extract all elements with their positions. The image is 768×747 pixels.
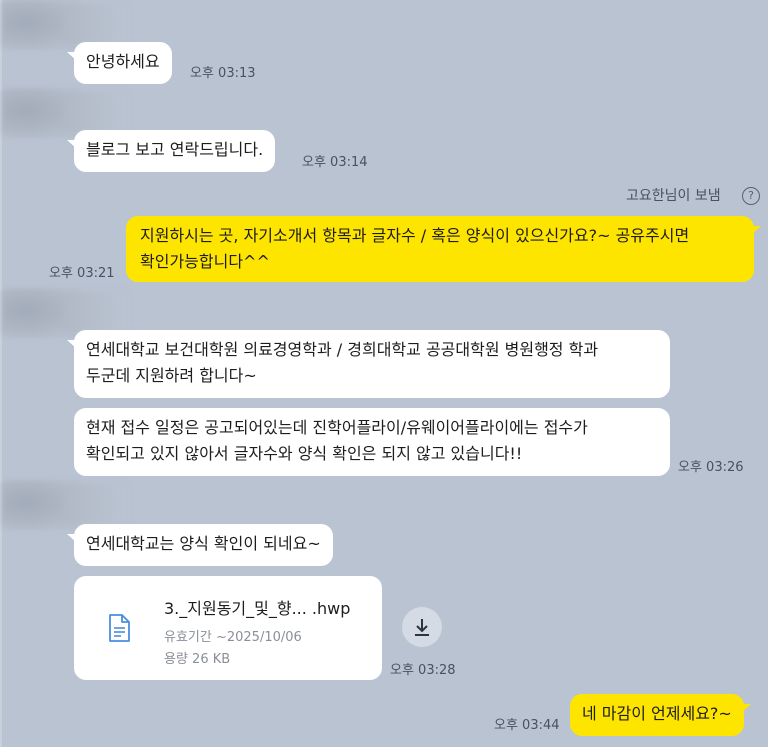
message-text: 연세대학교는 양식 확인이 되네요~ (86, 534, 321, 553)
sender-name-blurred (64, 484, 124, 524)
message-bubble[interactable]: 연세대학교 보건대학원 의료경영학과 / 경희대학교 공공대학원 병원행정 학과… (67, 330, 670, 398)
sender-name-blurred (64, 92, 124, 132)
message-bubble[interactable]: 현재 접수 일정은 공고되어있는데 진학어플라이/유웨이어플라이에는 접수가 확… (74, 408, 670, 476)
message-time: 오후 03:28 (390, 663, 456, 678)
avatar[interactable] (2, 88, 124, 138)
file-attachment-card[interactable]: 3._지원동기_및_향... .hwp 유효기간 ~2025/10/06 용량 … (74, 576, 382, 680)
message-text-line: 지원하시는 곳, 자기소개서 항목과 글자수 / 혹은 양식이 있으신가요?~ … (140, 226, 690, 245)
avatar[interactable] (2, 288, 124, 338)
message-time: 오후 03:13 (190, 66, 256, 81)
sender-label: 고요한님이 보냄 (626, 188, 721, 204)
sender-name-blurred (64, 4, 124, 44)
message-text-line: 현재 접수 일정은 공고되어있는데 진학어플라이/유웨이어플라이에는 접수가 (86, 418, 588, 437)
message-time: 오후 03:26 (678, 460, 744, 475)
sender-name-blurred (64, 292, 124, 332)
message-bubble[interactable]: 안녕하세요 (67, 42, 172, 84)
message-text-line: 두군데 지원하려 합니다~ (86, 366, 257, 385)
message-bubble-mine[interactable]: 네 마감이 언제세요?~ (570, 694, 751, 736)
message-bubble[interactable]: 블로그 보고 연락드립니다. (66, 130, 276, 172)
message-text-line: 확인되고 있지 않아서 글자수와 양식 확인은 되지 않고 있습니다!! (86, 444, 523, 463)
download-icon (415, 619, 429, 636)
document-icon (108, 614, 130, 646)
question-circle-icon[interactable]: ? (742, 187, 760, 205)
message-bubble[interactable]: 연세대학교는 양식 확인이 되네요~ (67, 524, 333, 566)
message-text-line: 확인가능합니다^^ (140, 252, 270, 271)
message-text: 블로그 보고 연락드립니다. (86, 140, 264, 159)
avatar[interactable] (2, 480, 124, 530)
message-time: 오후 03:44 (494, 718, 560, 733)
message-bubble-mine[interactable]: 지원하시는 곳, 자기소개서 항목과 글자수 / 혹은 양식이 있으신가요?~ … (126, 216, 761, 282)
file-name[interactable]: 3._지원동기_및_향... .hwp (164, 595, 350, 619)
file-size: 용량 26 KB (164, 652, 231, 667)
avatar[interactable] (2, 0, 124, 50)
message-text: 안녕하세요 (86, 52, 160, 71)
message-text: 네 마감이 언제세요?~ (582, 704, 732, 723)
download-button[interactable] (402, 607, 442, 647)
file-expiry: 유효기간 ~2025/10/06 (164, 630, 302, 645)
message-time: 오후 03:14 (302, 155, 368, 170)
message-time: 오후 03:21 (49, 266, 115, 281)
message-text-line: 연세대학교 보건대학원 의료경영학과 / 경희대학교 공공대학원 병원행정 학과 (86, 340, 599, 359)
